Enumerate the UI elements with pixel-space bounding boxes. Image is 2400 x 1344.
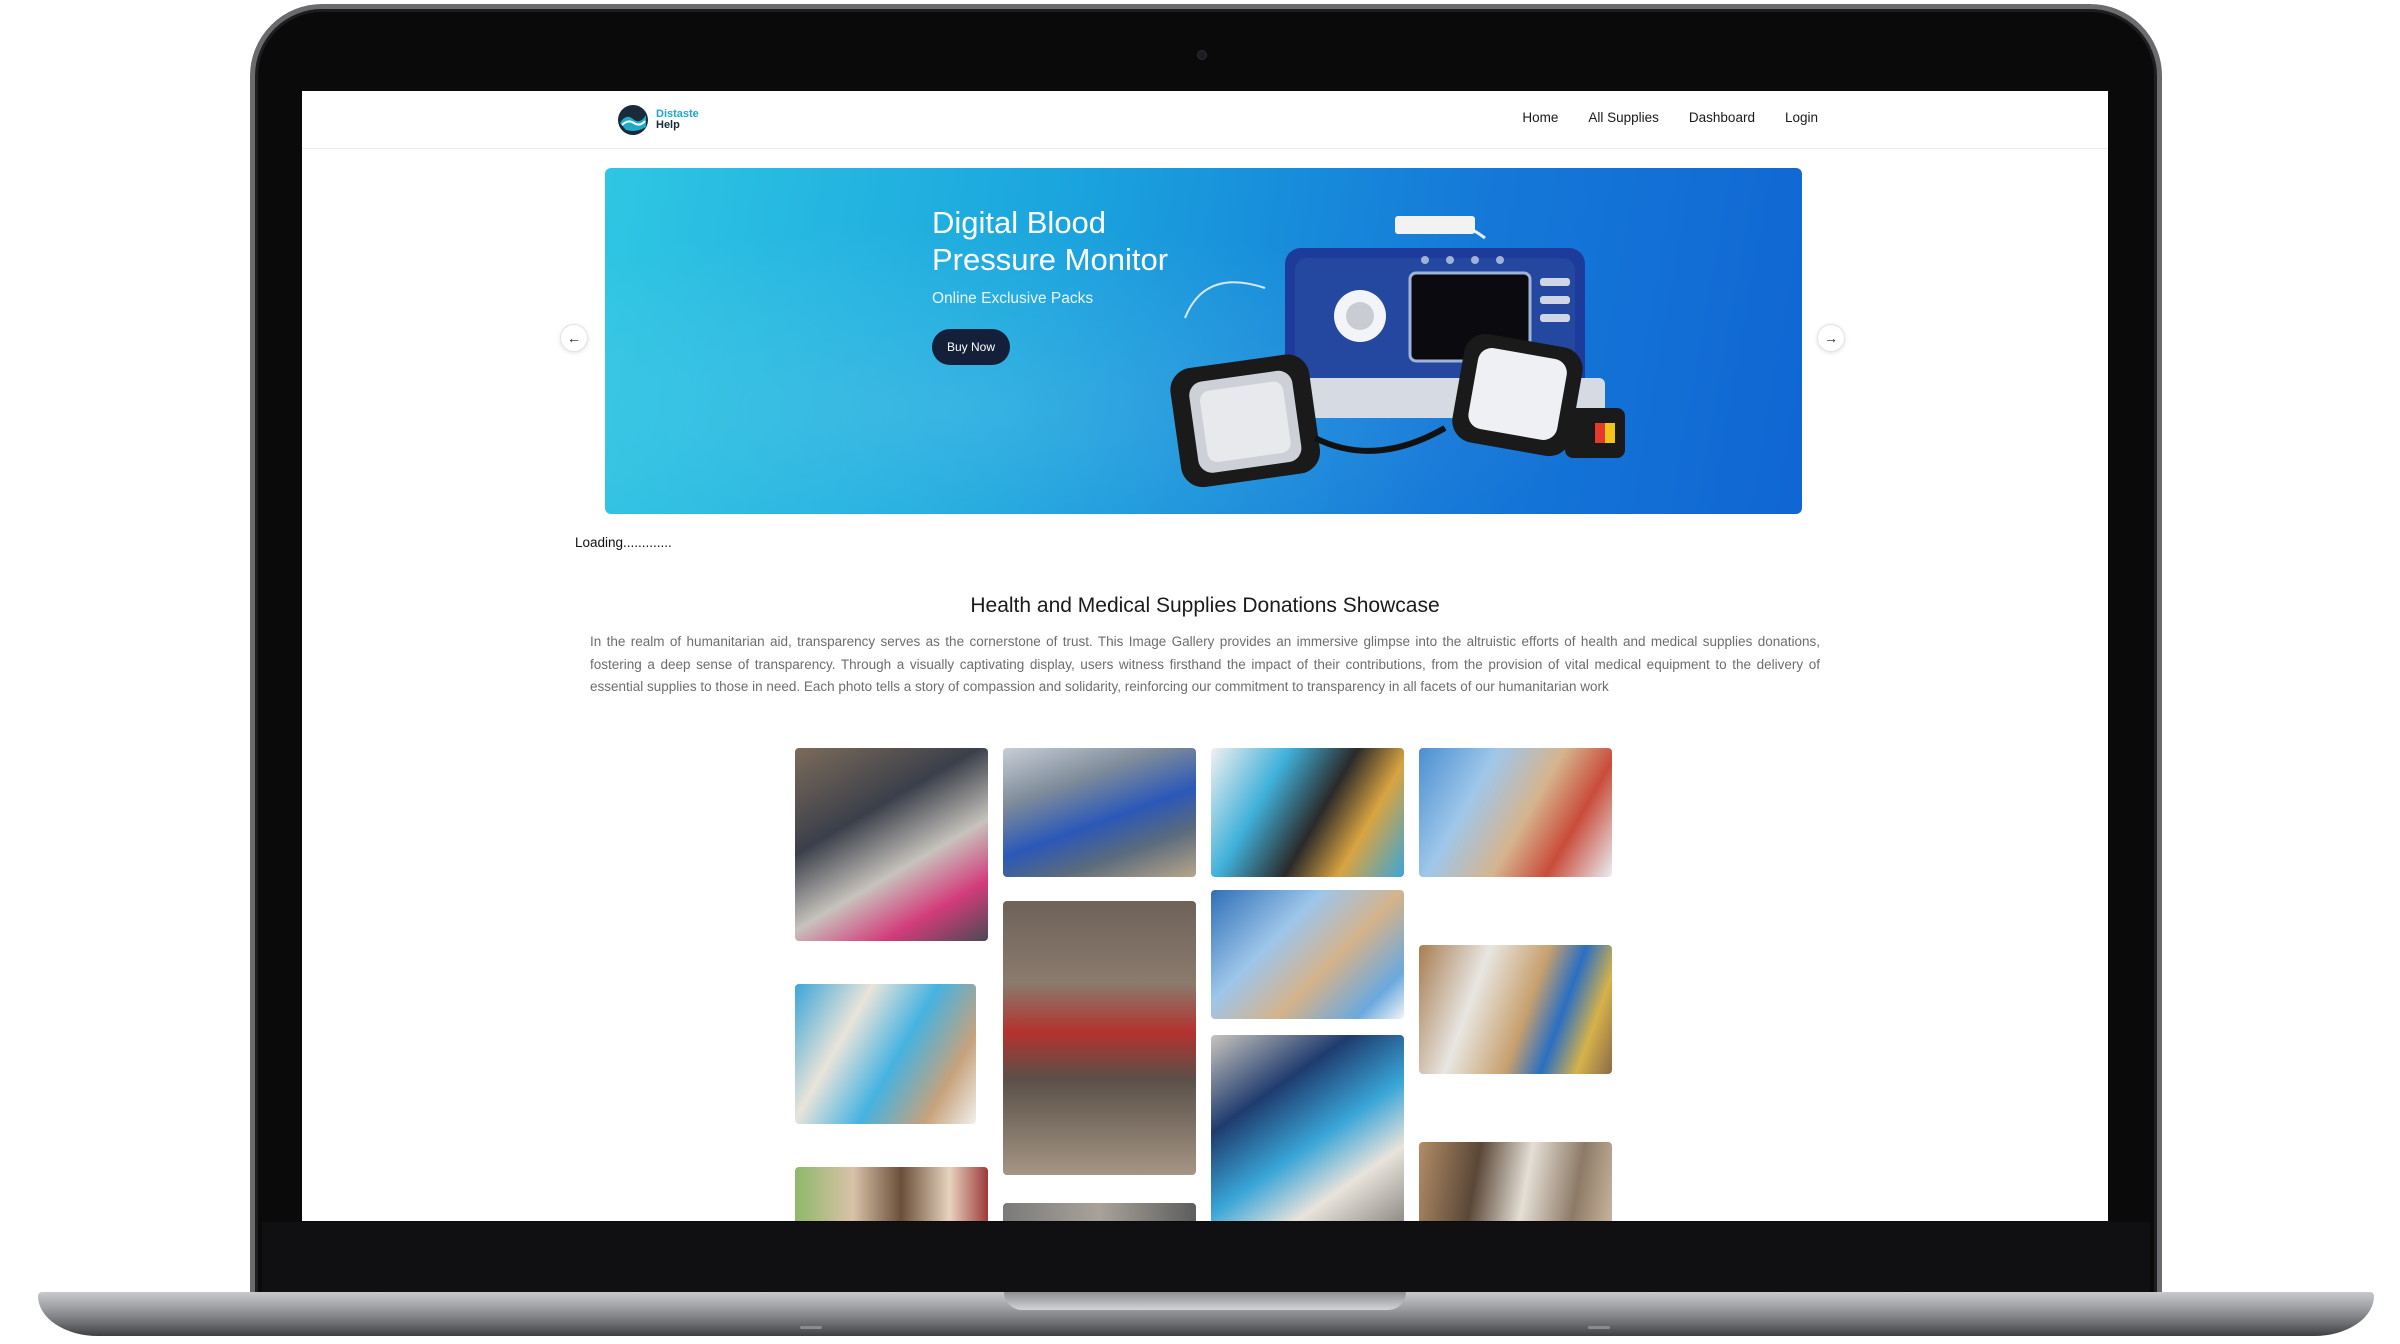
showcase-title: Health and Medical Supplies Donations Sh… <box>970 594 1440 617</box>
brand-line-2: Help <box>656 119 680 131</box>
nav-login-link[interactable]: Login <box>1785 110 1818 125</box>
carousel-next-button[interactable]: → <box>1817 324 1845 352</box>
laptop-mockup: Distaste Help Home All Supplies Dashboar… <box>0 0 2400 1344</box>
loading-indicator: Loading............. <box>575 535 672 550</box>
gallery-photo-clinic[interactable] <box>1419 1142 1612 1221</box>
arrow-right-icon: → <box>1824 330 1838 346</box>
laptop-foot <box>1588 1326 1610 1329</box>
logo-mark-icon <box>618 105 648 135</box>
brand-logo[interactable]: Distaste Help <box>616 103 699 137</box>
gallery-photo-volunteers-boxes[interactable] <box>1419 748 1612 877</box>
gallery-photo-tents-crowd[interactable] <box>1003 748 1196 877</box>
laptop-foot <box>800 1326 822 1329</box>
top-navbar: Distaste Help Home All Supplies Dashboar… <box>302 91 2108 149</box>
nav-home-link[interactable]: Home <box>1522 110 1558 125</box>
gallery-photo-street-crowd[interactable] <box>1003 1203 1196 1221</box>
showcase-description: In the realm of humanitarian aid, transp… <box>590 634 1820 694</box>
gallery-photo-volunteers-packing[interactable] <box>795 984 976 1124</box>
hero-subtitle: Online Exclusive Packs <box>932 290 1094 307</box>
nav-dashboard-link[interactable]: Dashboard <box>1689 110 1755 125</box>
gallery-photo-volunteers-boxes-2[interactable] <box>1211 890 1404 1019</box>
defibrillator-image <box>1170 216 1625 488</box>
carousel-prev-button[interactable]: ← <box>560 324 588 352</box>
gallery-photo-volunteers-table[interactable] <box>1211 748 1404 877</box>
laptop-bezel-bottom <box>262 1222 2150 1294</box>
camera-icon <box>1197 50 1207 60</box>
browser-viewport: Distaste Help Home All Supplies Dashboar… <box>302 91 2108 1221</box>
nav-menu: Home All Supplies Dashboard Login <box>1522 110 1818 125</box>
gallery-photo-woman-rubble[interactable] <box>1003 901 1196 1175</box>
nav-all-supplies-link[interactable]: All Supplies <box>1588 110 1659 125</box>
buy-now-button[interactable]: Buy Now <box>932 329 1011 365</box>
hero-banner[interactable]: Digital Blood Pressure Monitor Online Ex… <box>605 168 1802 514</box>
gallery-photo-crowd-sitting[interactable] <box>795 748 988 941</box>
arrow-left-icon: ← <box>567 330 581 346</box>
laptop-notch <box>1004 1292 1406 1310</box>
gallery-photo-temperature-check[interactable] <box>1419 945 1612 1074</box>
gallery-photo-group-smiling[interactable] <box>795 1167 988 1221</box>
gallery-photo-volunteer-helping[interactable] <box>1211 1035 1404 1221</box>
